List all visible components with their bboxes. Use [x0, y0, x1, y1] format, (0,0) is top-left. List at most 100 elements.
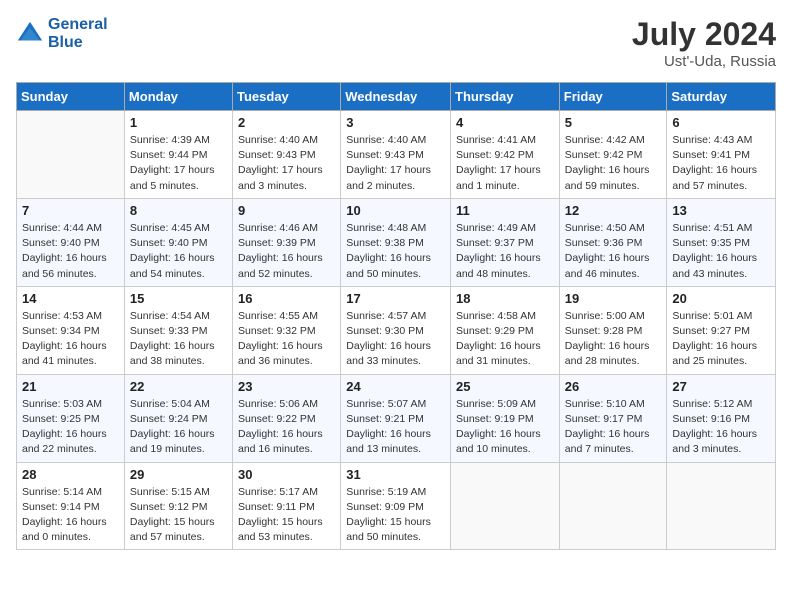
day-cell-2-4: 10Sunrise: 4:48 AMSunset: 9:38 PMDayligh…: [341, 198, 451, 286]
day-number: 30: [238, 467, 335, 482]
week-row-3: 14 Sunrise: 4:53 AMSunset: 9:34 PMDayligh…: [17, 286, 776, 374]
day-cell-4-4: 24 Sunrise: 5:07 AMSunset: 9:21 PMDayligh…: [341, 374, 451, 462]
col-tuesday: Tuesday: [233, 83, 341, 111]
day-cell-4-2: 22 Sunrise: 5:04 AMSunset: 9:24 PMDayligh…: [124, 374, 232, 462]
day-info: Sunrise: 5:03 AMSunset: 9:25 PMDaylight:…: [22, 397, 119, 458]
day-number: 4: [456, 115, 554, 130]
day-cell-4-3: 23 Sunrise: 5:06 AMSunset: 9:22 PMDayligh…: [233, 374, 341, 462]
title-block: July 2024 Ust'-Uda, Russia: [632, 16, 776, 70]
day-number: 23: [238, 379, 335, 394]
col-wednesday: Wednesday: [341, 83, 451, 111]
day-cell-4-1: 21 Sunrise: 5:03 AMSunset: 9:25 PMDayligh…: [17, 374, 125, 462]
day-number: 19: [565, 291, 662, 306]
day-number: 2: [238, 115, 335, 130]
day-info: Sunrise: 5:00 AMSunset: 9:28 PMDaylight:…: [565, 309, 662, 370]
day-info: Sunrise: 4:41 AMSunset: 9:42 PMDaylight:…: [456, 133, 554, 194]
day-cell-1-4: 3 Sunrise: 4:40 AMSunset: 9:43 PMDaylight…: [341, 111, 451, 199]
day-info: Sunrise: 4:40 AMSunset: 9:43 PMDaylight:…: [346, 133, 445, 194]
day-number: 8: [130, 203, 227, 218]
day-number: 21: [22, 379, 119, 394]
day-info: Sunrise: 4:51 AMSunset: 9:35 PMDaylight:…: [672, 221, 770, 282]
day-number: 24: [346, 379, 445, 394]
day-info: Sunrise: 5:12 AMSunset: 9:16 PMDaylight:…: [672, 397, 770, 458]
col-friday: Friday: [559, 83, 667, 111]
day-cell-2-2: 8 Sunrise: 4:45 AMSunset: 9:40 PMDaylight…: [124, 198, 232, 286]
location: Ust'-Uda, Russia: [632, 53, 776, 70]
day-info: Sunrise: 4:55 AMSunset: 9:32 PMDaylight:…: [238, 309, 335, 370]
day-info: Sunrise: 5:09 AMSunset: 9:19 PMDaylight:…: [456, 397, 554, 458]
day-cell-2-7: 13 Sunrise: 4:51 AMSunset: 9:35 PMDayligh…: [667, 198, 776, 286]
col-saturday: Saturday: [667, 83, 776, 111]
day-number: 31: [346, 467, 445, 482]
calendar-header-row: Sunday Monday Tuesday Wednesday Thursday…: [17, 83, 776, 111]
day-number: 17: [346, 291, 445, 306]
day-cell-1-1: [17, 111, 125, 199]
month-year: July 2024: [632, 16, 776, 53]
day-info: Sunrise: 5:01 AMSunset: 9:27 PMDaylight:…: [672, 309, 770, 370]
day-info: Sunrise: 4:54 AMSunset: 9:33 PMDaylight:…: [130, 309, 227, 370]
day-cell-1-7: 6 Sunrise: 4:43 AMSunset: 9:41 PMDaylight…: [667, 111, 776, 199]
day-cell-1-2: 1Sunrise: 4:39 AMSunset: 9:44 PMDaylight…: [124, 111, 232, 199]
day-number: 12: [565, 203, 662, 218]
week-row-1: 1Sunrise: 4:39 AMSunset: 9:44 PMDaylight…: [17, 111, 776, 199]
day-number: 15: [130, 291, 227, 306]
day-number: 29: [130, 467, 227, 482]
logo: General Blue: [16, 16, 108, 51]
day-number: 26: [565, 379, 662, 394]
day-info: Sunrise: 4:43 AMSunset: 9:41 PMDaylight:…: [672, 133, 770, 194]
day-number: 11: [456, 203, 554, 218]
day-cell-3-5: 18 Sunrise: 4:58 AMSunset: 9:29 PMDayligh…: [451, 286, 560, 374]
day-number: 28: [22, 467, 119, 482]
day-cell-4-6: 26Sunrise: 5:10 AMSunset: 9:17 PMDayligh…: [559, 374, 667, 462]
day-info: Sunrise: 5:04 AMSunset: 9:24 PMDaylight:…: [130, 397, 227, 458]
col-sunday: Sunday: [17, 83, 125, 111]
day-info: Sunrise: 5:19 AMSunset: 9:09 PMDaylight:…: [346, 485, 445, 546]
logo-text: General Blue: [48, 16, 108, 51]
day-cell-3-1: 14 Sunrise: 4:53 AMSunset: 9:34 PMDayligh…: [17, 286, 125, 374]
day-cell-3-4: 17Sunrise: 4:57 AMSunset: 9:30 PMDayligh…: [341, 286, 451, 374]
day-cell-5-7: [667, 462, 776, 550]
day-number: 18: [456, 291, 554, 306]
day-info: Sunrise: 5:17 AMSunset: 9:11 PMDaylight:…: [238, 485, 335, 546]
day-cell-5-1: 28Sunrise: 5:14 AMSunset: 9:14 PMDayligh…: [17, 462, 125, 550]
col-thursday: Thursday: [451, 83, 560, 111]
day-info: Sunrise: 5:06 AMSunset: 9:22 PMDaylight:…: [238, 397, 335, 458]
week-row-5: 28Sunrise: 5:14 AMSunset: 9:14 PMDayligh…: [17, 462, 776, 550]
day-number: 13: [672, 203, 770, 218]
day-cell-2-5: 11 Sunrise: 4:49 AMSunset: 9:37 PMDayligh…: [451, 198, 560, 286]
logo-icon: [16, 20, 44, 48]
day-info: Sunrise: 4:46 AMSunset: 9:39 PMDaylight:…: [238, 221, 335, 282]
day-number: 10: [346, 203, 445, 218]
day-info: Sunrise: 4:44 AMSunset: 9:40 PMDaylight:…: [22, 221, 119, 282]
week-row-2: 7 Sunrise: 4:44 AMSunset: 9:40 PMDaylight…: [17, 198, 776, 286]
day-cell-5-2: 29 Sunrise: 5:15 AMSunset: 9:12 PMDayligh…: [124, 462, 232, 550]
day-cell-4-7: 27 Sunrise: 5:12 AMSunset: 9:16 PMDayligh…: [667, 374, 776, 462]
day-info: Sunrise: 4:42 AMSunset: 9:42 PMDaylight:…: [565, 133, 662, 194]
day-cell-4-5: 25 Sunrise: 5:09 AMSunset: 9:19 PMDayligh…: [451, 374, 560, 462]
day-info: Sunrise: 5:15 AMSunset: 9:12 PMDaylight:…: [130, 485, 227, 546]
day-number: 14: [22, 291, 119, 306]
day-cell-2-1: 7 Sunrise: 4:44 AMSunset: 9:40 PMDaylight…: [17, 198, 125, 286]
col-monday: Monday: [124, 83, 232, 111]
day-info: Sunrise: 5:07 AMSunset: 9:21 PMDaylight:…: [346, 397, 445, 458]
day-number: 6: [672, 115, 770, 130]
calendar-table: Sunday Monday Tuesday Wednesday Thursday…: [16, 82, 776, 550]
day-info: Sunrise: 4:49 AMSunset: 9:37 PMDaylight:…: [456, 221, 554, 282]
day-number: 9: [238, 203, 335, 218]
day-number: 27: [672, 379, 770, 394]
day-cell-3-3: 16Sunrise: 4:55 AMSunset: 9:32 PMDayligh…: [233, 286, 341, 374]
day-info: Sunrise: 4:53 AMSunset: 9:34 PMDaylight:…: [22, 309, 119, 370]
day-info: Sunrise: 4:40 AMSunset: 9:43 PMDaylight:…: [238, 133, 335, 194]
day-cell-1-3: 2 Sunrise: 4:40 AMSunset: 9:43 PMDaylight…: [233, 111, 341, 199]
day-number: 22: [130, 379, 227, 394]
day-info: Sunrise: 4:50 AMSunset: 9:36 PMDaylight:…: [565, 221, 662, 282]
day-number: 20: [672, 291, 770, 306]
day-info: Sunrise: 4:45 AMSunset: 9:40 PMDaylight:…: [130, 221, 227, 282]
day-number: 5: [565, 115, 662, 130]
day-number: 7: [22, 203, 119, 218]
day-number: 3: [346, 115, 445, 130]
day-number: 25: [456, 379, 554, 394]
day-cell-5-5: [451, 462, 560, 550]
week-row-4: 21 Sunrise: 5:03 AMSunset: 9:25 PMDayligh…: [17, 374, 776, 462]
day-info: Sunrise: 4:58 AMSunset: 9:29 PMDaylight:…: [456, 309, 554, 370]
